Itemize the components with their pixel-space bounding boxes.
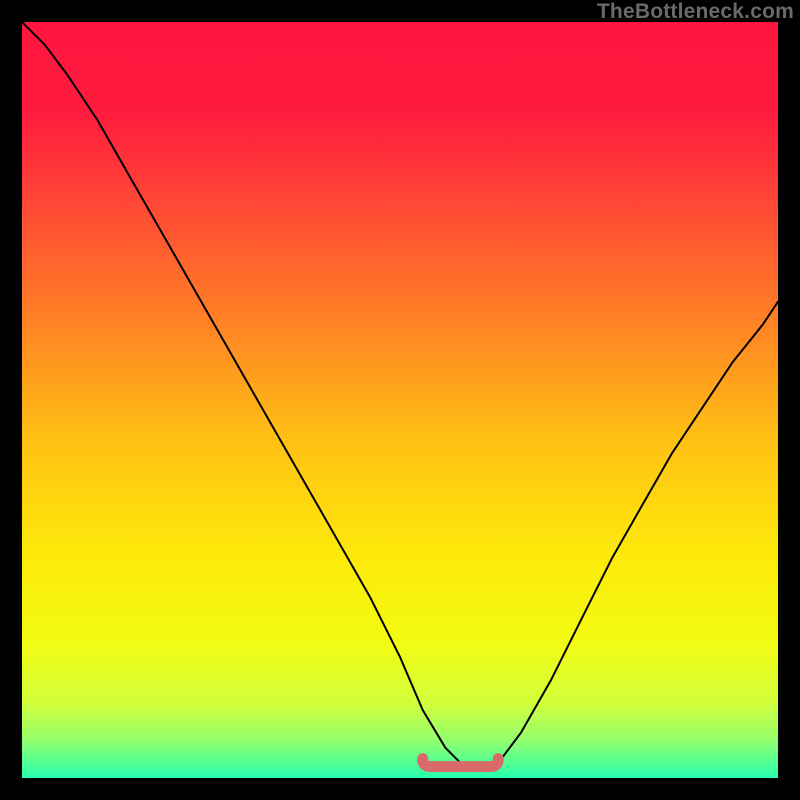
bottleneck-curve <box>22 22 778 770</box>
watermark-text: TheBottleneck.com <box>597 0 794 24</box>
plot-area <box>22 22 778 778</box>
curve-layer <box>22 22 778 778</box>
chart-frame: TheBottleneck.com <box>0 0 800 800</box>
bottom-marker <box>423 759 499 767</box>
